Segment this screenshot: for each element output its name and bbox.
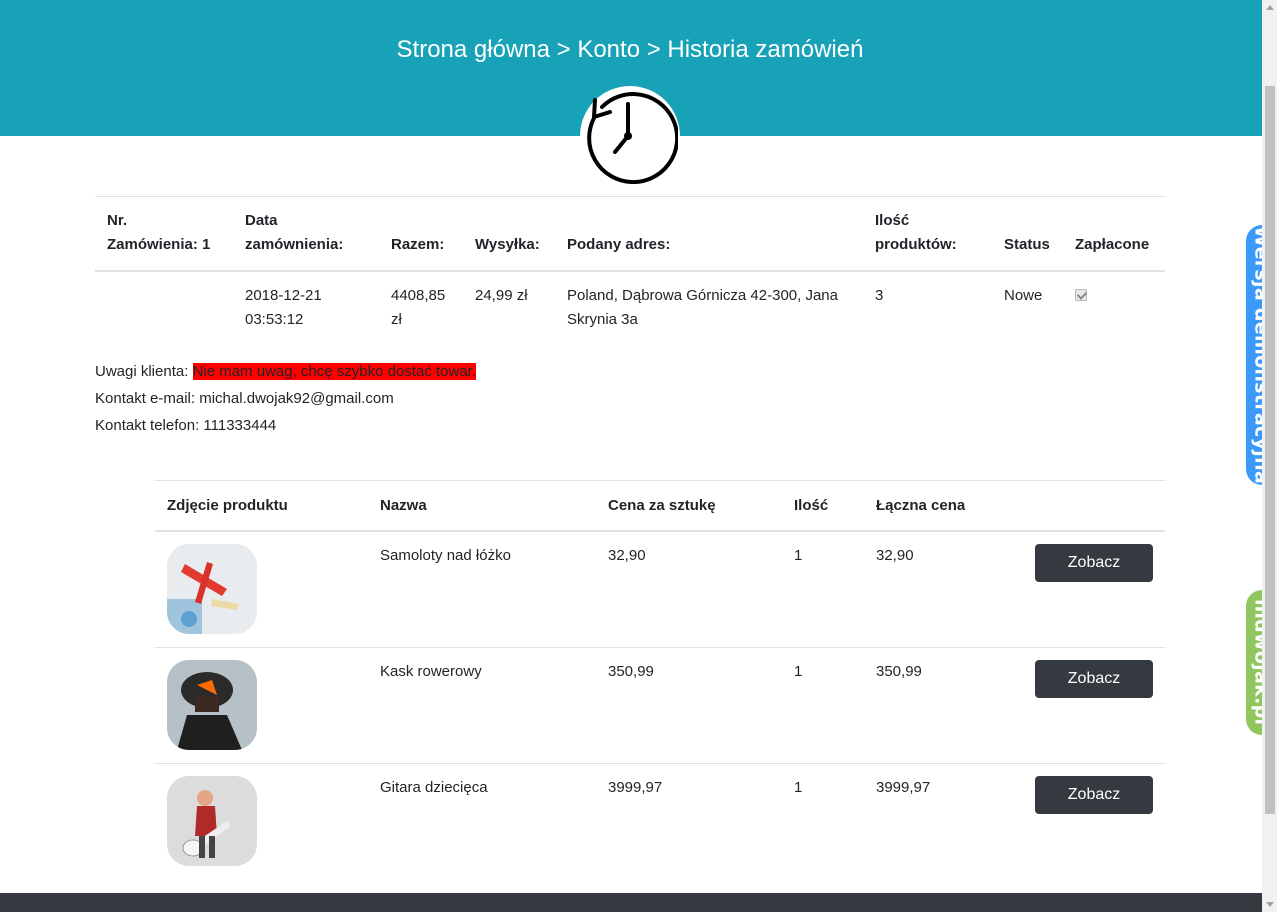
email-value: michal.dwojak92@gmail.com <box>199 390 394 407</box>
kid-guitar-photo[interactable] <box>167 775 257 866</box>
bike-helmet-photo[interactable] <box>167 659 257 750</box>
col-total: Razem: <box>379 196 463 272</box>
customer-info: Uwagi klienta: Nie mam uwag, chcę szybko… <box>95 358 477 439</box>
customer-phone: Kontakt telefon: 111333444 <box>95 412 476 439</box>
col-unit-price: Cena za sztukę <box>596 480 782 532</box>
notes-label: Uwagi klienta: <box>95 363 193 380</box>
toy-airplanes-photo[interactable] <box>167 544 257 634</box>
col-shipping: Wysyłka: <box>463 196 555 272</box>
table-row: Kask rowerowy 350,99 1 350,99 Zobacz <box>155 646 1165 763</box>
table-row: Samoloty nad łóżko 32,90 1 32,90 Zobacz <box>155 531 1165 647</box>
vertical-scrollbar[interactable] <box>1262 0 1277 912</box>
col-address: Podany adres: <box>555 196 863 272</box>
col-order-number: Nr. Zamówienia: 1 <box>95 196 233 272</box>
table-row: Gitara dziecięca 3999,97 1 3999,97 Zobac… <box>155 762 1165 879</box>
col-status: Status <box>992 196 1063 272</box>
col-order-date: Data zamównienia: <box>233 196 379 272</box>
product-unit-price: 350,99 <box>596 646 782 763</box>
phone-label: Kontakt telefon: <box>95 417 204 434</box>
product-name: Gitara dziecięca <box>368 762 596 879</box>
col-product-count: Ilość produktów: <box>863 196 992 272</box>
product-qty: 1 <box>782 762 864 879</box>
history-clock-icon <box>580 86 680 186</box>
product-line-total: 350,99 <box>864 646 1014 763</box>
page-footer <box>0 893 1262 912</box>
col-paid: Zapłacone <box>1063 196 1165 272</box>
product-qty: 1 <box>794 547 803 564</box>
view-product-button[interactable]: Zobacz <box>1035 544 1153 582</box>
product-line-total: 3999,97 <box>864 762 1014 879</box>
order-product-count: 3 <box>875 287 884 304</box>
order-shipping: 24,99 zł <box>475 287 528 304</box>
order-date: 2018-12-21 03:53:12 <box>245 287 322 328</box>
paid-checkbox <box>1075 289 1087 301</box>
col-qty: Ilość <box>782 480 864 532</box>
view-product-button[interactable]: Zobacz <box>1035 775 1153 814</box>
customer-notes: Uwagi klienta: Nie mam uwag, chcę szybko… <box>95 358 477 385</box>
products-table: Zdjęcie produktu Nazwa Cena za sztukę Il… <box>155 480 1165 879</box>
col-name: Nazwa <box>368 480 596 532</box>
phone-value: 111333444 <box>203 417 277 434</box>
product-unit-price: 32,90 <box>608 547 646 564</box>
order-summary-table: Nr. Zamówienia: 1 Data zamównienia: Raze… <box>95 196 1165 344</box>
scrollbar-thumb[interactable] <box>1265 86 1275 814</box>
view-product-button[interactable]: Zobacz <box>1035 659 1153 698</box>
scroll-up-icon[interactable] <box>1266 5 1274 10</box>
col-photo: Zdjęcie produktu <box>155 480 368 532</box>
product-name: Kask rowerowy <box>368 646 596 763</box>
order-total: 4408,85 zł <box>391 287 446 328</box>
scroll-down-icon[interactable] <box>1266 902 1274 907</box>
breadcrumb: Strona główna > Konto > Historia zamówie… <box>396 36 864 63</box>
order-status: Nowe <box>1004 287 1043 304</box>
table-row: 2018-12-21 03:53:12 4408,85 zł 24,99 zł … <box>95 271 1165 344</box>
customer-email: Kontakt e-mail: michal.dwojak92@gmail.co… <box>95 385 476 412</box>
order-address: Poland, Dąbrowa Górnicza 42-300, Jana Sk… <box>567 287 838 328</box>
product-qty: 1 <box>782 646 864 763</box>
product-line-total: 32,90 <box>876 547 914 564</box>
product-unit-price: 3999,97 <box>596 762 782 879</box>
product-name: Samoloty nad łóżko <box>380 547 511 564</box>
notes-value: Nie mam uwag, chcę szybko dostać towar. <box>192 363 477 380</box>
email-label: Kontakt e-mail: <box>95 390 200 407</box>
col-line-total: Łączna cena <box>864 480 1014 532</box>
